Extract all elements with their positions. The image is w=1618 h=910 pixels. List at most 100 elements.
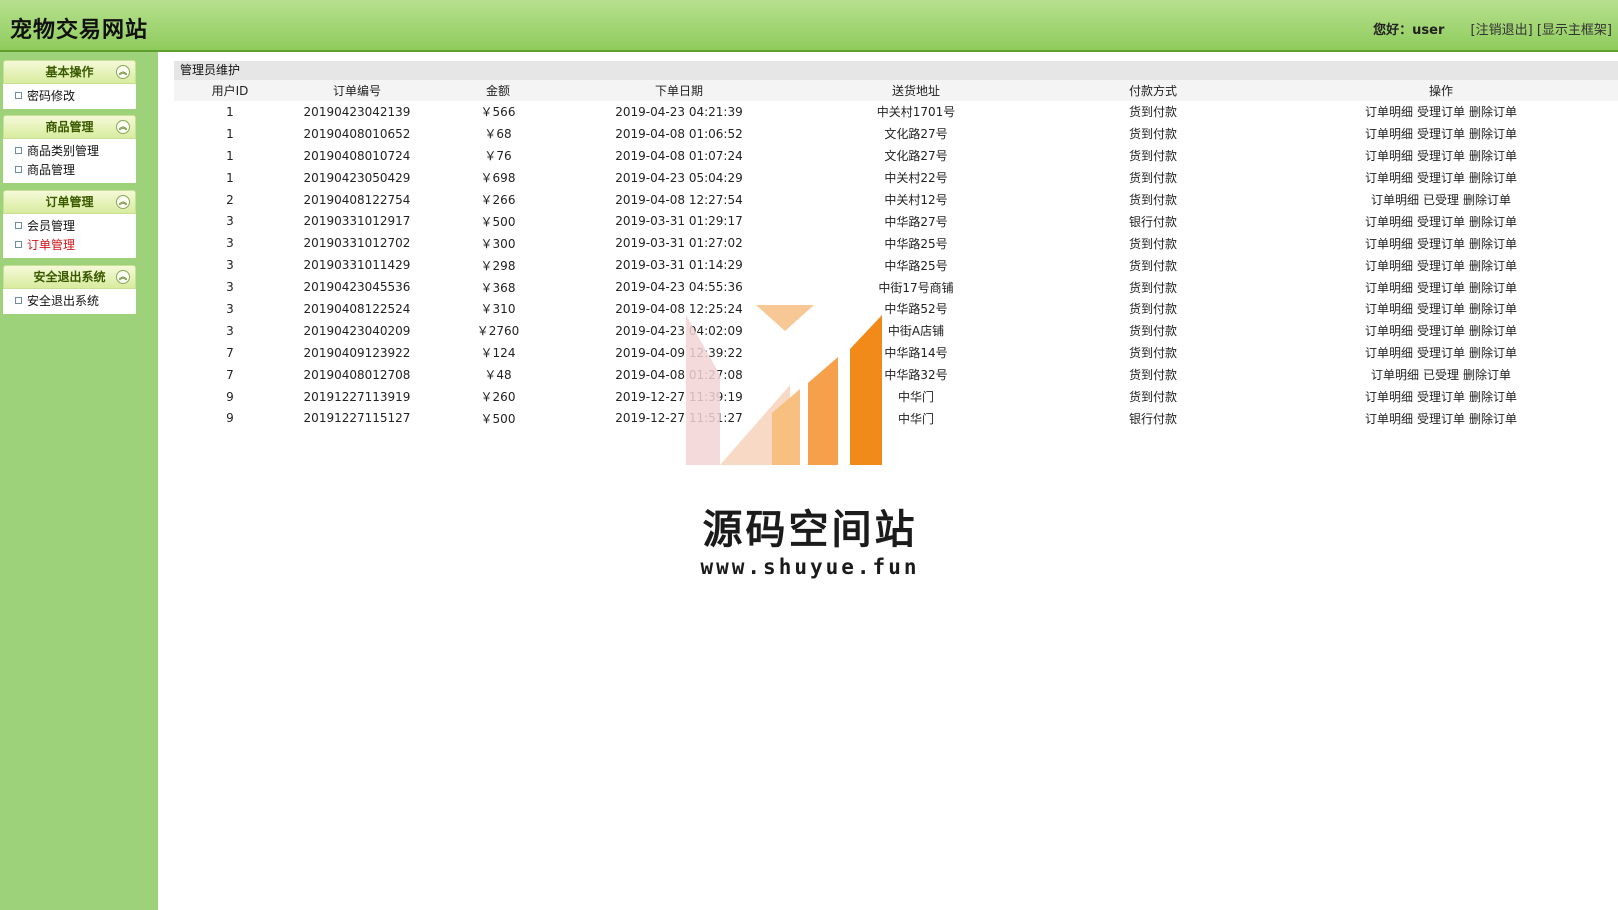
cell-amount: ￥260 — [480, 390, 516, 405]
delete-order-link[interactable]: 删除订单 — [1469, 171, 1517, 185]
accept-order-link[interactable]: 受理订单 — [1417, 281, 1465, 295]
delete-order-link[interactable]: 删除订单 — [1469, 237, 1517, 251]
accept-order-link[interactable]: 受理订单 — [1417, 324, 1465, 338]
main-content: 管理员维护 用户ID 订单编号 金额 下单日期 送货地址 付款方式 操作 1 20… — [174, 61, 1618, 429]
cell-address: 中华路14号 — [884, 346, 948, 361]
delete-order-link[interactable]: 删除订单 — [1469, 346, 1517, 360]
cell-address: 文化路27号 — [884, 149, 948, 164]
cell-user-id: 1 — [226, 104, 234, 119]
delete-order-link[interactable]: 删除订单 — [1469, 259, 1517, 273]
logout-link[interactable]: [注销退出] — [1471, 23, 1533, 38]
show-frame-link[interactable]: [显示主框架] — [1537, 23, 1612, 38]
bullet-icon — [15, 147, 22, 154]
sidebar-group-exit: 安全退出系统 ︽ 安全退出系统 — [3, 265, 136, 314]
order-detail-link[interactable]: 订单明细 — [1365, 149, 1413, 163]
cell-order-date: 2019-12-27 11:51:27 — [615, 411, 743, 426]
sidebar-item-category[interactable]: 商品类别管理 — [3, 142, 136, 161]
order-detail-link[interactable]: 订单明细 — [1365, 127, 1413, 141]
cell-amount: ￥310 — [480, 302, 516, 317]
cell-order-date: 2019-04-23 05:04:29 — [615, 170, 743, 185]
sidebar-group-header[interactable]: 商品管理 ︽ — [3, 115, 136, 139]
accept-order-link[interactable]: 已受理 — [1423, 193, 1459, 207]
sidebar-group-header[interactable]: 订单管理 ︽ — [3, 190, 136, 214]
cell-actions: 订单明细 受理订单 删除订单 — [1264, 123, 1618, 145]
table-row: 7 20190409123922 ￥124 2019-04-09 12:39:22 中华… — [174, 342, 1618, 364]
table-row: 1 20190408010724 ￥76 2019-04-08 01:07:24 文化路… — [174, 145, 1618, 167]
accept-order-link[interactable]: 已受理 — [1423, 368, 1459, 382]
collapse-icon[interactable]: ︽ — [116, 270, 130, 284]
order-detail-link[interactable]: 订单明细 — [1365, 237, 1413, 251]
accept-order-link[interactable]: 受理订单 — [1417, 105, 1465, 119]
order-detail-link[interactable]: 订单明细 — [1365, 324, 1413, 338]
cell-payment-method: 货到付款 — [1128, 171, 1177, 186]
orders-table-body: 1 20190423042139 ￥566 2019-04-23 04:21:39 中关… — [174, 101, 1618, 429]
delete-order-link[interactable]: 删除订单 — [1469, 127, 1517, 141]
cell-amount: ￥368 — [480, 280, 516, 295]
cell-user-id: 3 — [226, 301, 234, 316]
cell-address: 中关村1701号 — [876, 105, 956, 120]
accept-order-link[interactable]: 受理订单 — [1417, 346, 1465, 360]
delete-order-link[interactable]: 删除订单 — [1463, 368, 1511, 382]
cell-payment-method: 货到付款 — [1128, 258, 1177, 273]
cell-address: 中华门 — [897, 390, 934, 405]
table-row: 3 20190331012702 ￥300 2019-03-31 01:27:02 中华… — [174, 232, 1618, 254]
order-detail-link[interactable]: 订单明细 — [1365, 302, 1413, 316]
cell-order-date: 2019-03-31 01:14:29 — [615, 258, 743, 273]
delete-order-link[interactable]: 删除订单 — [1469, 324, 1517, 338]
bullet-icon — [15, 92, 22, 99]
delete-order-link[interactable]: 删除订单 — [1469, 149, 1517, 163]
sidebar-group-header[interactable]: 基本操作 ︽ — [3, 60, 136, 84]
sidebar-item-products[interactable]: 商品管理 — [3, 161, 136, 180]
order-detail-link[interactable]: 订单明细 — [1365, 171, 1413, 185]
order-detail-link[interactable]: 订单明细 — [1365, 390, 1413, 404]
bullet-icon — [15, 297, 22, 304]
collapse-icon[interactable]: ︽ — [116, 65, 130, 79]
sidebar-item-password[interactable]: 密码修改 — [3, 87, 136, 106]
order-detail-link[interactable]: 订单明细 — [1365, 105, 1413, 119]
delete-order-link[interactable]: 删除订单 — [1469, 390, 1517, 404]
cell-order-number: 20190408122524 — [303, 301, 411, 316]
cell-amount: ￥298 — [480, 258, 516, 273]
cell-amount: ￥698 — [480, 171, 516, 186]
cell-payment-method: 货到付款 — [1128, 280, 1177, 295]
sidebar-group-title: 订单管理 — [45, 195, 94, 209]
accept-order-link[interactable]: 受理订单 — [1417, 390, 1465, 404]
order-detail-link[interactable]: 订单明细 — [1371, 193, 1419, 207]
accept-order-link[interactable]: 受理订单 — [1417, 149, 1465, 163]
delete-order-link[interactable]: 删除订单 — [1463, 193, 1511, 207]
sidebar: 基本操作 ︽ 密码修改 商品管理 ︽ 商品类别管理 商品管理 订单管理 ︽ 会员… — [0, 52, 158, 910]
cell-user-id: 7 — [226, 367, 234, 382]
table-row: 3 20190408122524 ￥310 2019-04-08 12:25:24 中华… — [174, 298, 1618, 320]
cell-user-id: 7 — [226, 345, 234, 360]
order-detail-link[interactable]: 订单明细 — [1365, 346, 1413, 360]
accept-order-link[interactable]: 受理订单 — [1417, 171, 1465, 185]
order-detail-link[interactable]: 订单明细 — [1365, 281, 1413, 295]
accept-order-link[interactable]: 受理订单 — [1417, 302, 1465, 316]
accept-order-link[interactable]: 受理订单 — [1417, 259, 1465, 273]
delete-order-link[interactable]: 删除订单 — [1469, 412, 1517, 426]
collapse-icon[interactable]: ︽ — [116, 120, 130, 134]
accept-order-link[interactable]: 受理订单 — [1417, 237, 1465, 251]
order-detail-link[interactable]: 订单明细 — [1365, 259, 1413, 273]
order-detail-link[interactable]: 订单明细 — [1365, 412, 1413, 426]
delete-order-link[interactable]: 删除订单 — [1469, 105, 1517, 119]
delete-order-link[interactable]: 删除订单 — [1469, 215, 1517, 229]
accept-order-link[interactable]: 受理订单 — [1417, 412, 1465, 426]
cell-payment-method: 货到付款 — [1128, 149, 1177, 164]
cell-order-number: 20190423042139 — [303, 104, 411, 119]
sidebar-item-orders[interactable]: 订单管理 — [3, 236, 136, 255]
sidebar-item-logout[interactable]: 安全退出系统 — [3, 292, 136, 311]
collapse-icon[interactable]: ︽ — [116, 195, 130, 209]
order-detail-link[interactable]: 订单明细 — [1365, 215, 1413, 229]
delete-order-link[interactable]: 删除订单 — [1469, 281, 1517, 295]
order-detail-link[interactable]: 订单明细 — [1371, 368, 1419, 382]
cell-order-date: 2019-04-23 04:21:39 — [615, 104, 743, 119]
cell-user-id: 9 — [226, 411, 234, 426]
accept-order-link[interactable]: 受理订单 — [1417, 215, 1465, 229]
cell-payment-method: 货到付款 — [1128, 105, 1177, 120]
sidebar-group-body: 安全退出系统 — [3, 289, 136, 314]
sidebar-group-header[interactable]: 安全退出系统 ︽ — [3, 265, 136, 289]
delete-order-link[interactable]: 删除订单 — [1469, 302, 1517, 316]
sidebar-item-members[interactable]: 会员管理 — [3, 217, 136, 236]
accept-order-link[interactable]: 受理订单 — [1417, 127, 1465, 141]
